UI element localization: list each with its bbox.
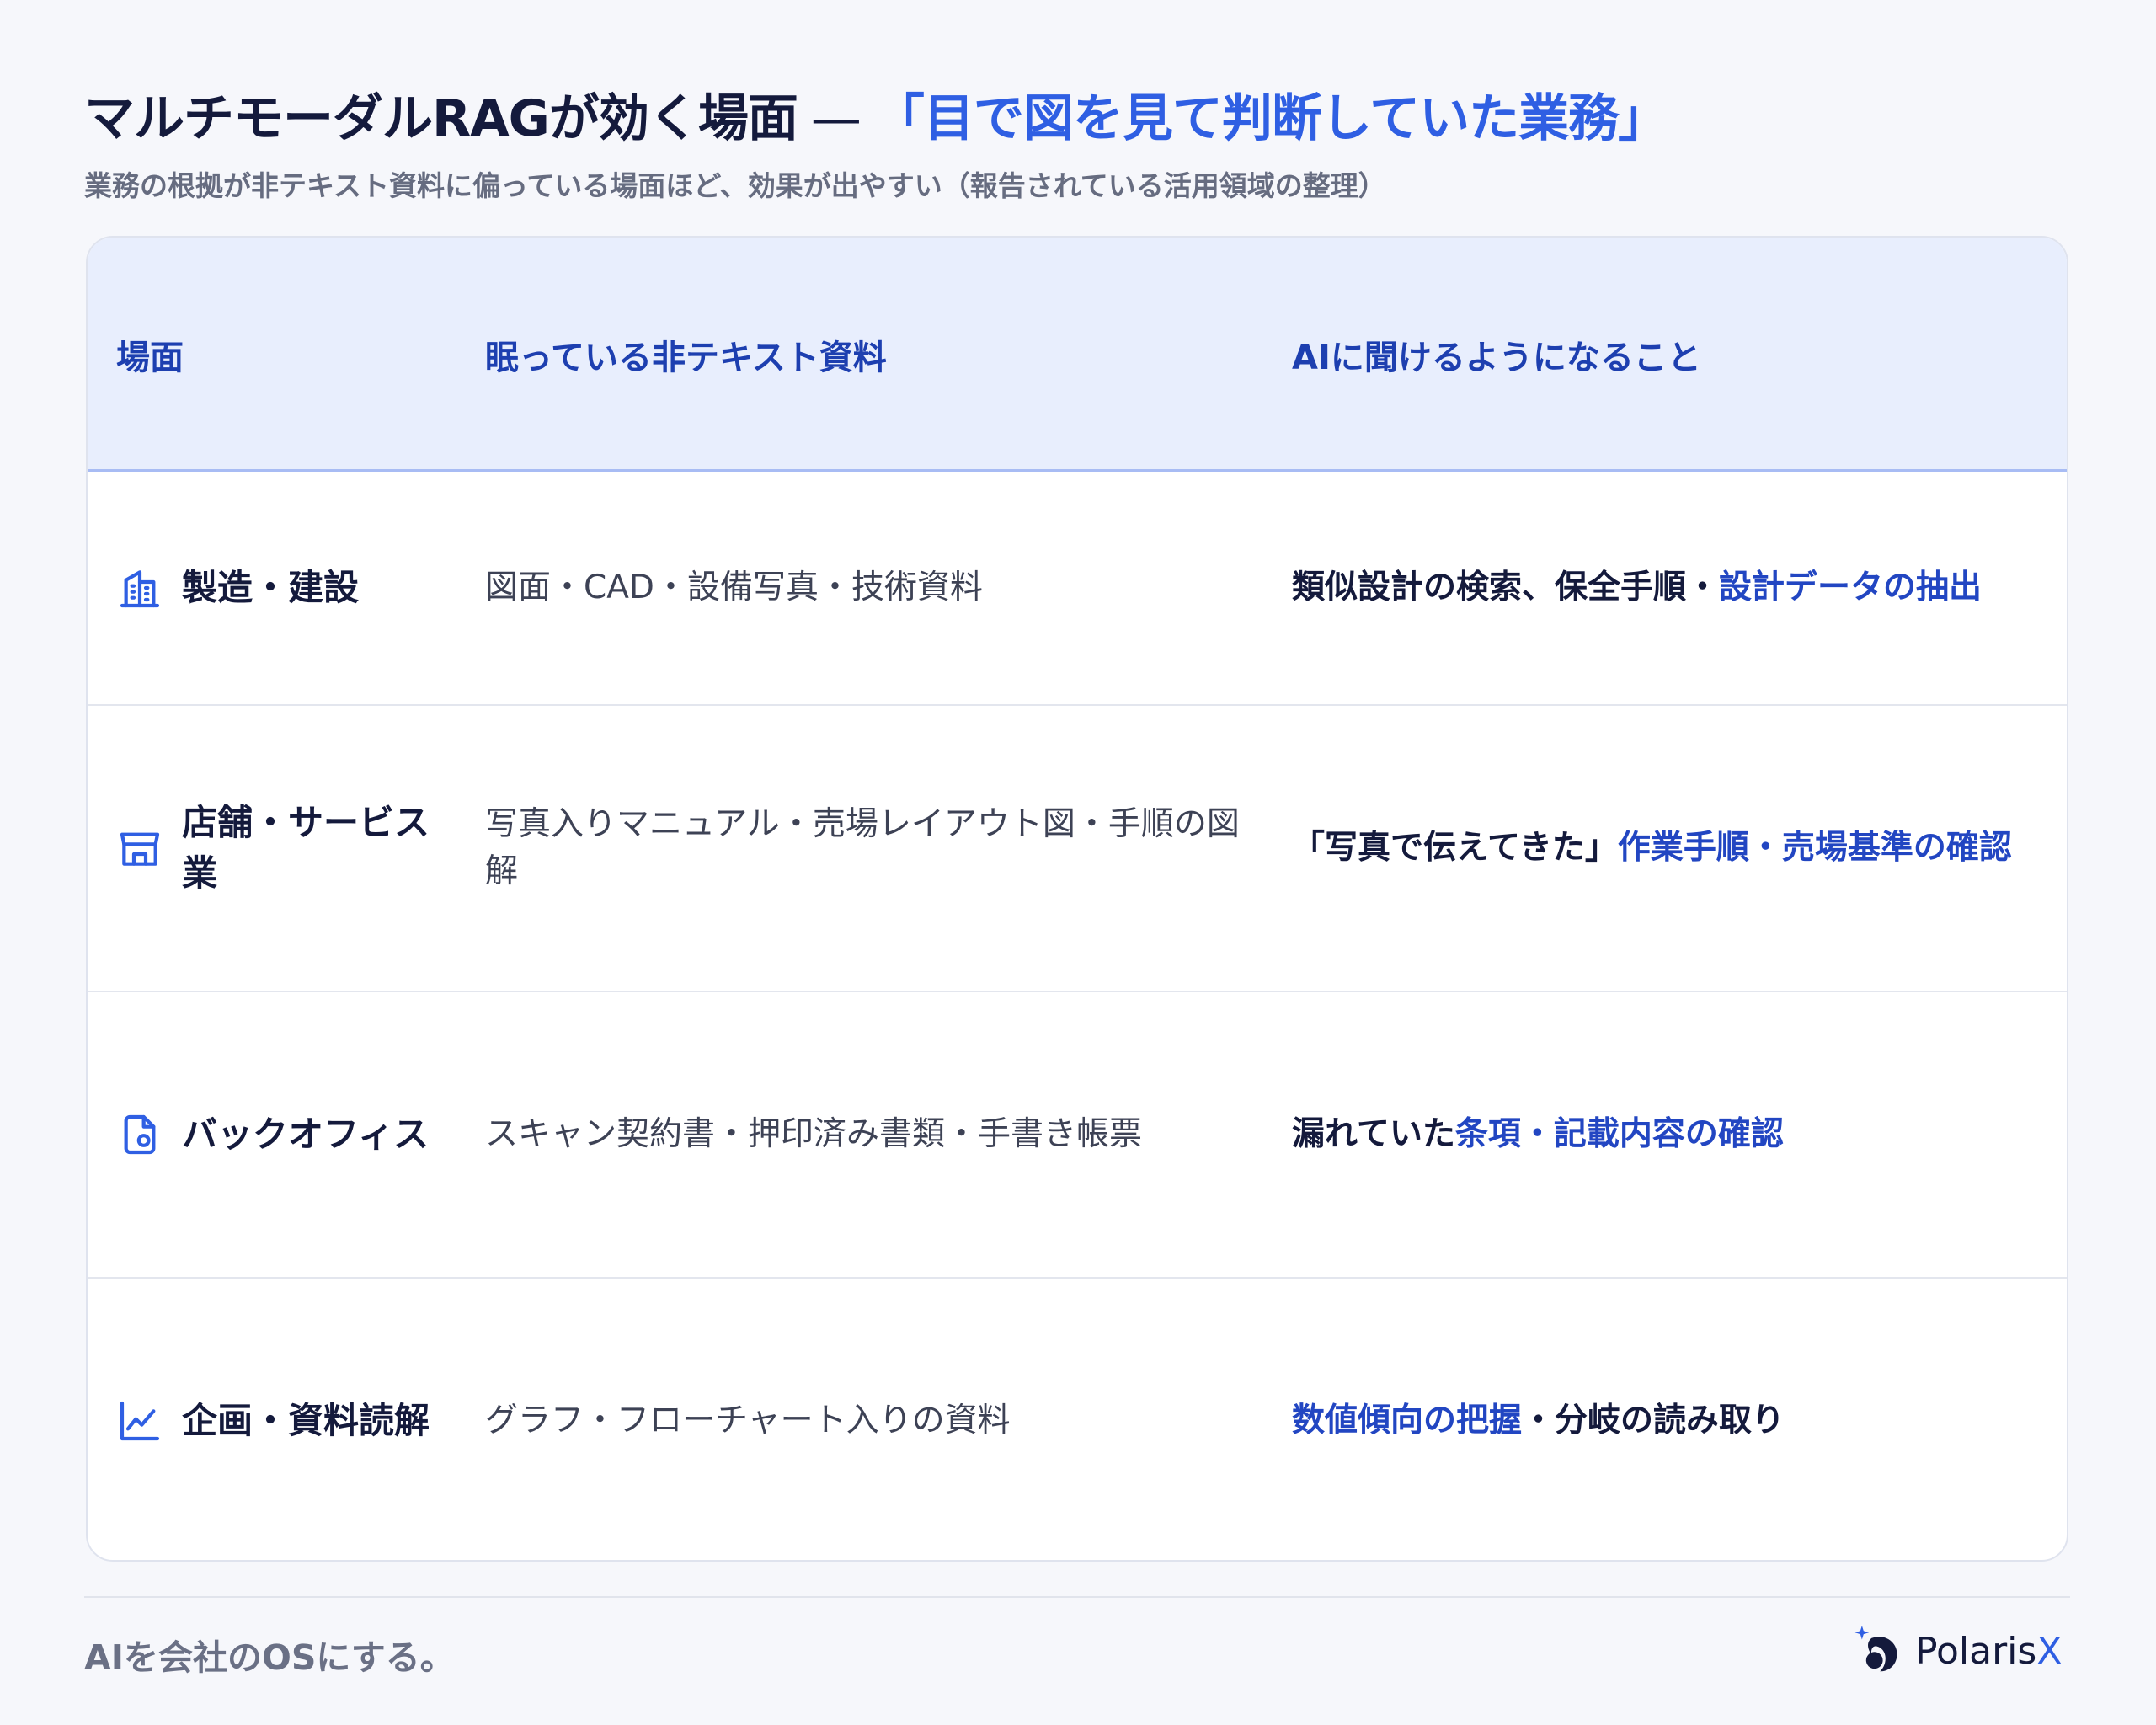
- table-header: 場面 眠っている非テキスト資料 AIに聞けるようになること: [88, 238, 2067, 472]
- scene-label: 店舗・サービス業: [182, 802, 430, 894]
- ai-highlight: 数値傾向の把握: [1292, 1402, 1523, 1439]
- ai-highlight: 作業手順・売場基準の確認: [1617, 829, 2012, 867]
- material-cell: グラフ・フローチャート入りの資料: [485, 1279, 1327, 1560]
- table-row: バックオフィス スキャン契約書・押印済み書類・手書き帳票 漏れていた条項・記載内…: [88, 991, 2067, 1277]
- ai-cell: 数値傾向の把握・分岐の読み取り: [1292, 1279, 2050, 1560]
- scene-label: バックオフィス: [182, 1114, 430, 1155]
- page-title: マルチモーダルRAGが効く場面 — 「目で図を見て判断していた業務」: [84, 77, 1668, 151]
- ai-plain: 類似設計の検索、保全手順・: [1292, 569, 1720, 606]
- material-cell: スキャン契約書・押印済み書類・手書き帳票: [485, 992, 1327, 1277]
- store-icon: [116, 825, 163, 872]
- ai-cell: 漏れていた条項・記載内容の確認: [1292, 992, 2050, 1277]
- document-icon: [116, 1111, 163, 1158]
- ai-tail: ・分岐の読み取り: [1522, 1402, 1785, 1439]
- material-cell: 写真入りマニュアル・売場レイアウト図・手順の図解: [485, 706, 1327, 991]
- header-scene: 場面: [116, 339, 184, 377]
- material-text: スキャン契約書・押印済み書類・手書き帳票: [485, 1115, 1143, 1153]
- material-text: 写真入りマニュアル・売場レイアウト図・手順の図解: [485, 805, 1240, 890]
- logo-text-accent: X: [2036, 1629, 2063, 1673]
- ai-text: 数値傾向の把握・分岐の読み取り: [1292, 1397, 1785, 1445]
- logo-mark-icon: [1849, 1621, 1905, 1680]
- footer-divider: [84, 1596, 2070, 1598]
- title-accent: 「目で図を見て判断していた業務」: [873, 89, 1668, 148]
- ai-text: 「写真で伝えてきた」作業手順・売場基準の確認: [1292, 825, 2012, 872]
- ai-cell: 「写真で伝えてきた」作業手順・売場基準の確認: [1292, 706, 2050, 991]
- title-dash: —: [810, 89, 862, 148]
- title-main: マルチモーダルRAGが効く場面: [84, 89, 798, 148]
- scene-cell: 製造・建設: [116, 472, 487, 704]
- logo-text-main: Polaris: [1915, 1629, 2037, 1673]
- building-icon: [116, 564, 163, 611]
- ai-text: 類似設計の検索、保全手順・設計データの抽出: [1292, 564, 1982, 611]
- material-text: 図面・CAD・設備写真・技術資料: [485, 569, 983, 606]
- page-subtitle: 業務の根拠が非テキスト資料に偏っている場面ほど、効果が出やすい（報告されている活…: [84, 169, 1386, 202]
- ai-highlight: 設計データの抽出: [1719, 569, 1983, 606]
- ai-cell: 類似設計の検索、保全手順・設計データの抽出: [1292, 472, 2050, 704]
- scene-label: 企画・資料読解: [182, 1400, 430, 1441]
- scene-cell: 店舗・サービス業: [116, 706, 487, 991]
- scene-label: 製造・建設: [182, 567, 360, 608]
- table-row: 企画・資料読解 グラフ・フローチャート入りの資料 数値傾向の把握・分岐の読み取り: [88, 1277, 2067, 1560]
- header-ai: AIに聞けるようになること: [1292, 339, 1701, 377]
- ai-highlight: 条項・記載内容の確認: [1454, 1115, 1784, 1153]
- ai-plain: 「写真で伝えてきた」: [1292, 829, 1618, 867]
- material-cell: 図面・CAD・設備写真・技術資料: [485, 472, 1327, 704]
- header-material: 眠っている非テキスト資料: [485, 339, 887, 377]
- table-row: 店舗・サービス業 写真入りマニュアル・売場レイアウト図・手順の図解 「写真で伝え…: [88, 704, 2067, 991]
- scene-cell: 企画・資料読解: [116, 1279, 487, 1560]
- ai-text: 漏れていた条項・記載内容の確認: [1292, 1111, 1784, 1158]
- footer-tagline: AIを会社のOSにする。: [84, 1637, 455, 1678]
- material-text: グラフ・フローチャート入りの資料: [485, 1402, 1011, 1439]
- logo-text: PolarisX: [1915, 1630, 2062, 1673]
- table-card: 場面 眠っている非テキスト資料 AIに聞けるようになること 製造・建設 図面・C…: [86, 236, 2068, 1562]
- chart-line-icon: [116, 1397, 163, 1445]
- polarisx-logo: PolarisX: [1849, 1617, 2062, 1685]
- ai-plain: 漏れていた: [1292, 1115, 1455, 1153]
- scene-cell: バックオフィス: [116, 992, 487, 1277]
- table-row: 製造・建設 図面・CAD・設備写真・技術資料 類似設計の検索、保全手順・設計デー…: [88, 472, 2067, 704]
